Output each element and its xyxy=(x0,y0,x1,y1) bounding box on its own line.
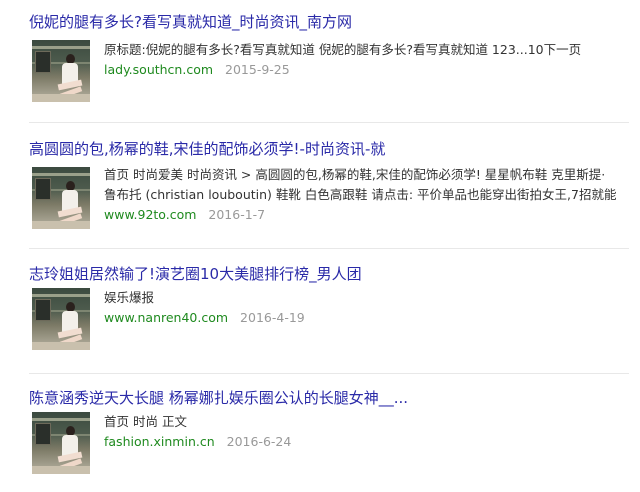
result-thumbnail[interactable] xyxy=(32,412,90,474)
result-source: lady.southcn.com 2015-9-25 xyxy=(104,60,290,80)
result-date: 2015-9-25 xyxy=(225,62,290,77)
result-snippet-line: 首页 时尚爱美 时尚资讯 > 高圆圆的包,杨幂的鞋,宋佳的配饰必须学! 星星帆布… xyxy=(104,167,606,182)
result-snippet-line: 鲁布托 (christian louboutin) 鞋靴 白色高跟鞋 请点击: … xyxy=(104,187,617,202)
result-source: fashion.xinmin.cn 2016-6-24 xyxy=(104,432,291,452)
result-date: 2016-1-7 xyxy=(208,207,266,222)
search-results: 倪妮的腿有多长?看写真就知道_时尚资讯_南方网 原标题:倪妮的腿有多长?看写真就… xyxy=(0,0,640,492)
result-url[interactable]: lady.southcn.com xyxy=(104,62,213,77)
result-thumbnail[interactable] xyxy=(32,167,90,229)
result-date: 2016-6-24 xyxy=(226,434,292,449)
result-title-link[interactable]: 倪妮的腿有多长?看写真就知道_时尚资讯_南方网 xyxy=(29,12,352,32)
result-title-link[interactable]: 志玲姐姐居然输了!演艺圈10大美腿排行榜_男人团 xyxy=(29,264,362,284)
result-url[interactable]: www.92to.com xyxy=(104,207,196,222)
result-snippet: 原标题:倪妮的腿有多长?看写真就知道 倪妮的腿有多长?看写真就知道 123...… xyxy=(104,42,582,57)
result-url[interactable]: www.nanren40.com xyxy=(104,310,228,325)
result-thumbnail[interactable] xyxy=(32,288,90,350)
result-divider xyxy=(29,373,629,374)
result-date: 2016-4-19 xyxy=(240,310,305,325)
result-url[interactable]: fashion.xinmin.cn xyxy=(104,434,215,449)
result-divider xyxy=(29,248,629,249)
result-thumbnail[interactable] xyxy=(32,40,90,102)
result-snippet: 首页 时尚 正文 xyxy=(104,414,187,429)
result-title-link[interactable]: 高圆圆的包,杨幂的鞋,宋佳的配饰必须学!-时尚资讯-就 xyxy=(29,139,385,159)
result-source: www.nanren40.com 2016-4-19 xyxy=(104,308,305,328)
result-source: www.92to.com 2016-1-7 xyxy=(104,205,265,225)
result-snippet: 娱乐爆报 xyxy=(104,290,155,305)
result-divider xyxy=(29,122,629,123)
result-title-link[interactable]: 陈意涵秀逆天大长腿 杨幂娜扎娱乐圈公认的长腿女神__... xyxy=(29,388,408,408)
